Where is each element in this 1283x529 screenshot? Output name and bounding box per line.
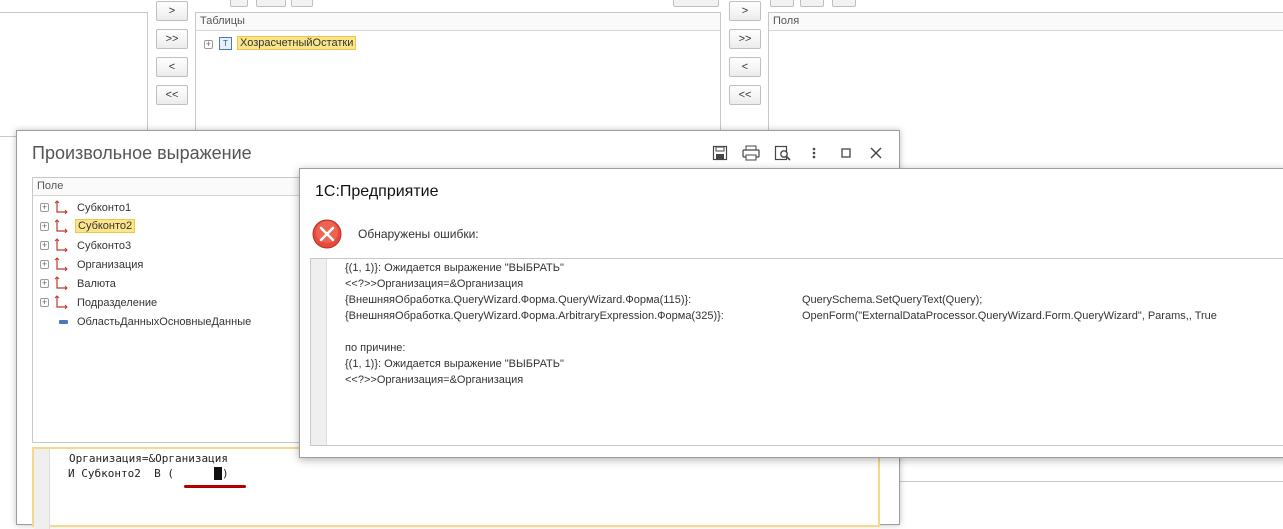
table-item-hozraschetny[interactable]: ХозрасчетныйОстатки [237,36,357,50]
add-button[interactable]: > [156,1,188,21]
field-item[interactable]: Валюта [77,278,116,290]
dimension-icon [54,257,68,271]
field-tree-header: Поле [33,178,301,196]
expand-icon[interactable]: + [40,222,49,231]
fields-panel-header: Поля [769,13,1283,31]
add-all-fields-button[interactable]: >> [729,29,761,49]
field-item[interactable]: Субконто1 [77,202,131,214]
error-detail-line: {ВнешняяОбработка.QueryWizard.Форма.Quer… [345,294,692,306]
toolbar-button-stub[interactable] [230,0,248,7]
attribute-icon [59,320,68,324]
error-message: Обнаружены ошибки: [358,227,479,241]
closing-paren: ) [222,467,229,480]
add-all-button[interactable]: >> [156,29,188,49]
dimension-icon [54,295,68,309]
expand-icon[interactable]: + [40,241,49,250]
field-item[interactable]: ОбластьДанныхОсновныеДанные [77,316,251,328]
tables-panel-header: Таблицы [196,13,720,31]
expression-editor[interactable]: Организация=&Организация И Субконто2 В (… [32,447,880,529]
dimension-icon [54,200,68,214]
editor-gutter [34,449,50,529]
dialog-title: 1С:Предприятие [315,183,439,200]
remove-all-button[interactable]: << [156,85,188,105]
error-detail-line: {ВнешняяОбработка.QueryWizard.Форма.Arbi… [345,310,724,322]
tables-panel: Таблицы + T ХозрасчетныйОстатки [195,12,721,137]
toolbar-button-stub[interactable] [256,0,286,7]
dimension-icon [54,276,68,290]
table-icon: T [219,37,232,50]
expand-icon[interactable]: + [204,40,213,49]
error-detail-line: <<?>>Организация=&Организация [345,374,524,386]
toolbar-button-stub[interactable] [673,0,719,7]
field-item-selected[interactable]: Субконто2 [75,219,136,233]
available-panel-left [0,12,148,137]
remove-button[interactable]: < [156,57,188,77]
error-detail-line: по причине: [345,342,406,354]
toolbar-button-stub[interactable] [770,0,794,7]
dimension-icon [54,238,68,252]
toolbar-button-stub[interactable] [832,0,856,7]
save-icon[interactable] [712,145,728,161]
window-title: Произвольное выражение [32,143,252,163]
editor-line-1: Организация=&Организация [69,452,228,465]
dimension-icon [54,219,68,233]
remove-all-fields-button[interactable]: << [729,85,761,105]
error-detail-code: OpenForm("ExternalDataProcessor.QueryWiz… [802,310,1217,322]
error-detail-line: {(1, 1)}: Ожидается выражение "ВЫБРАТЬ" [345,262,564,274]
toolbar-button-stub[interactable] [800,0,824,7]
text-cursor [214,467,222,480]
add-field-button[interactable]: > [729,1,761,21]
error-detail-line: {(1, 1)}: Ожидается выражение "ВЫБРАТЬ" [345,358,564,370]
expand-icon[interactable]: + [40,260,49,269]
error-underline [184,485,246,488]
editor-line-2: И Субконто2 В ( [68,467,181,480]
expand-icon[interactable]: + [40,279,49,288]
error-detail-code: QuerySchema.SetQueryText(Query); [802,294,983,306]
field-item[interactable]: Организация [77,259,143,271]
more-icon[interactable] [810,145,818,161]
error-icon [312,219,342,249]
details-gutter [311,259,327,445]
field-item[interactable]: Субконто3 [77,240,131,252]
error-details-box[interactable]: {(1, 1)}: Ожидается выражение "ВЫБРАТЬ" … [310,258,1283,446]
expand-icon[interactable]: + [40,203,49,212]
error-dialog: 1С:Предприятие Обнаружены ошибки: {(1, 1… [299,168,1283,458]
remove-field-button[interactable]: < [729,57,761,77]
field-item[interactable]: Подразделение [77,297,157,309]
field-tree-panel: Поле + Субконто1 + Субконто2 + Субконто3… [32,177,302,443]
toolbar-button-stub[interactable] [291,0,313,7]
error-detail-line: <<?>>Организация=&Организация [345,278,524,290]
print-icon[interactable] [742,145,760,161]
maximize-icon[interactable] [840,145,852,161]
expand-icon[interactable]: + [40,298,49,307]
close-icon[interactable] [870,145,882,161]
preview-icon[interactable] [774,145,792,161]
